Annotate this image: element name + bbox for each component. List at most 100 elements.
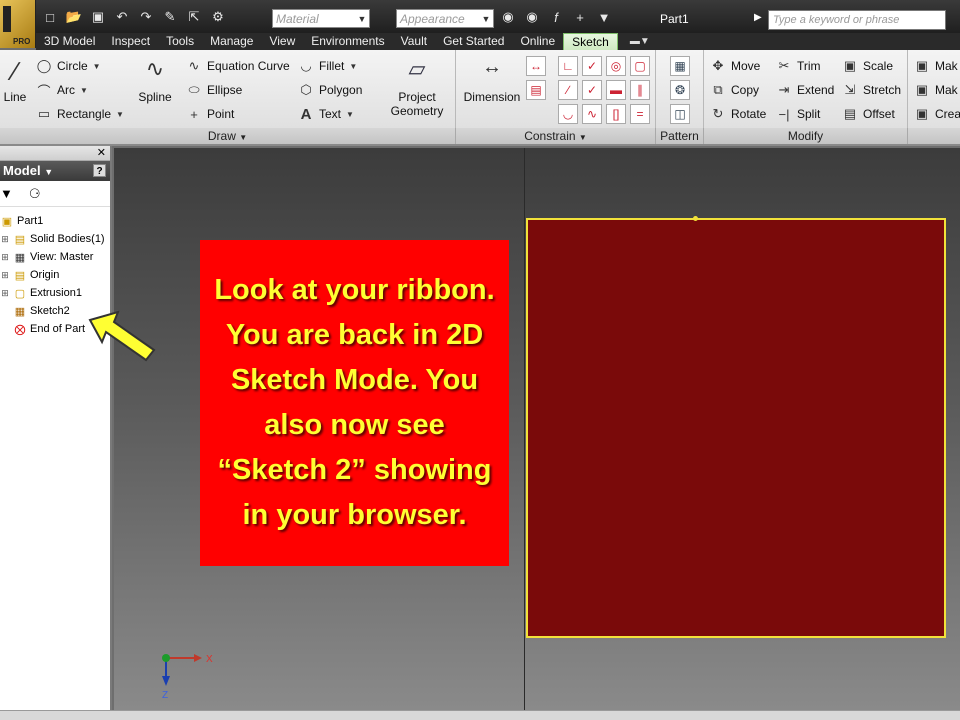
redo-icon[interactable]: ↷ xyxy=(136,8,156,26)
move-button[interactable]: ✥ Move xyxy=(710,58,761,74)
sketch-icon: ▦ xyxy=(14,305,26,318)
extend-label: Extend xyxy=(797,83,835,97)
tangent-icon[interactable]: ◡ xyxy=(558,104,578,124)
update-icon[interactable]: ✎ xyxy=(160,8,180,26)
equation-curve-button[interactable]: ∿ Equation Curve xyxy=(186,58,290,74)
help-icon[interactable]: ? xyxy=(93,164,106,177)
spline-button[interactable]: ∿ Spline xyxy=(134,56,176,104)
rectangle-button[interactable]: ▭ Rectangle ▼ xyxy=(36,106,124,122)
tab-3d-model[interactable]: 3D Model xyxy=(36,33,103,50)
expand-icon[interactable]: ⊞ xyxy=(0,288,10,299)
move-label: Move xyxy=(731,59,761,73)
expand-icon[interactable]: ⊞ xyxy=(0,252,10,263)
rotate-button[interactable]: ↻ Rotate xyxy=(710,106,767,122)
tree-item-extrusion1[interactable]: ⊞ ▢ Extrusion1 xyxy=(0,284,110,302)
constrain-panel-label[interactable]: Constrain ▼ xyxy=(456,128,656,144)
plus-icon[interactable]: + xyxy=(570,8,590,26)
polygon-button[interactable]: ⬡ Polygon xyxy=(298,82,362,98)
make-components-button[interactable]: ▣ Mak xyxy=(914,82,958,98)
make-part-button[interactable]: ▣ Mak xyxy=(914,58,958,74)
open-icon[interactable]: 📂 xyxy=(64,8,84,26)
tab-vault[interactable]: Vault xyxy=(393,33,435,50)
help-search-input[interactable]: Type a keyword or phrase xyxy=(768,10,946,30)
split-label: Split xyxy=(797,107,821,121)
horizontal-icon[interactable]: ▬ xyxy=(606,80,626,100)
close-icon[interactable]: ✕ xyxy=(97,146,106,159)
text-button[interactable]: A Text ▼ xyxy=(298,106,354,123)
show-constraints-icon[interactable]: ▤ xyxy=(526,80,546,100)
tab-inspect[interactable]: Inspect xyxy=(103,33,158,50)
extend-button[interactable]: ⇥ Extend xyxy=(776,82,835,98)
concentric-icon[interactable]: ◎ xyxy=(606,56,626,76)
appearance-combo[interactable]: Appearance ▼ xyxy=(396,9,494,28)
tree-item-view-master[interactable]: ⊞ ▦ View: Master xyxy=(0,248,110,266)
select-icon[interactable]: ⇱ xyxy=(184,8,204,26)
instruction-callout: Look at your ribbon. You are back in 2D … xyxy=(200,240,509,566)
quick-access-toolbar-2: ◉ ◉ f + ▼ xyxy=(498,8,614,26)
smooth-icon[interactable]: ∿ xyxy=(582,104,602,124)
stretch-button[interactable]: ⇲ Stretch xyxy=(842,82,901,98)
tab-tools[interactable]: Tools xyxy=(158,33,202,50)
appearance-icon[interactable]: ⚙ xyxy=(208,8,228,26)
project-geometry-button[interactable]: ▱ Project Geometry xyxy=(384,56,450,118)
rectangular-pattern-icon[interactable]: ▦ xyxy=(670,56,690,76)
mirror-icon[interactable]: ◫ xyxy=(670,104,690,124)
app-logo[interactable]: PRO xyxy=(0,0,36,48)
expand-icon[interactable]: ⊞ xyxy=(0,234,10,245)
tree-item-part1[interactable]: ▣ Part1 xyxy=(0,212,110,230)
tree-item-label: Solid Bodies(1) xyxy=(30,233,105,245)
copy-button[interactable]: ⧉ Copy xyxy=(710,82,759,98)
split-button[interactable]: −| Split xyxy=(776,106,821,122)
color-override-icon[interactable]: ◉ xyxy=(498,8,518,26)
ellipse-button[interactable]: ⬭ Ellipse xyxy=(186,82,242,98)
title-bar: PRO □ 📂 ▣ ↶ ↷ ✎ ⇱ ⚙ Material ▼ Appearanc… xyxy=(0,0,960,48)
filter-icon[interactable]: ▼ xyxy=(0,186,13,201)
parallel-icon[interactable]: ∕ xyxy=(558,80,578,100)
chevron-right-icon[interactable]: ▶ xyxy=(754,12,762,23)
auto-dimension-icon[interactable]: ↔ xyxy=(526,56,546,76)
ribbon-display-icon[interactable]: ▬▼ xyxy=(630,33,650,50)
sketch-point[interactable] xyxy=(693,216,698,221)
point-button[interactable]: + Point xyxy=(186,106,234,122)
rectangle-label: Rectangle xyxy=(57,107,112,121)
perpendicular-icon[interactable]: ✓ xyxy=(582,80,602,100)
dimension-button[interactable]: ↔ Dimension xyxy=(460,56,524,104)
tab-sketch[interactable]: Sketch xyxy=(563,33,618,50)
vertical-icon[interactable]: ∥ xyxy=(630,80,650,100)
fix-icon[interactable]: ▢ xyxy=(630,56,650,76)
chevron-down-icon: ▼ xyxy=(80,85,88,95)
circle-button[interactable]: ◯ Circle ▼ xyxy=(36,58,101,74)
customize-icon[interactable]: ▼ xyxy=(594,8,614,26)
tab-view[interactable]: View xyxy=(261,33,303,50)
sketch-face[interactable] xyxy=(526,218,946,638)
find-icon[interactable]: ⚆ xyxy=(29,186,41,202)
tab-online[interactable]: Online xyxy=(512,33,563,50)
expand-icon[interactable]: ⊞ xyxy=(0,270,10,281)
coincident-icon[interactable]: ∟ xyxy=(558,56,578,76)
circular-pattern-icon[interactable]: ❂ xyxy=(670,80,690,100)
function-icon[interactable]: f xyxy=(546,8,566,26)
scale-button[interactable]: ▣ Scale xyxy=(842,58,893,74)
arc-button[interactable]: ⌒ Arc ▼ xyxy=(36,82,88,99)
undo-icon[interactable]: ↶ xyxy=(112,8,132,26)
create-block-button[interactable]: ▣ Crea xyxy=(914,106,960,122)
trim-button[interactable]: ✂ Trim xyxy=(776,58,821,74)
chevron-down-icon: ▼ xyxy=(92,61,101,71)
tab-manage[interactable]: Manage xyxy=(202,33,261,50)
new-icon[interactable]: □ xyxy=(40,8,60,26)
fillet-button[interactable]: ◡ Fillet ▼ xyxy=(298,58,357,74)
clear-override-icon[interactable]: ◉ xyxy=(522,8,542,26)
tab-environments[interactable]: Environments xyxy=(303,33,392,50)
tree-item-solid-bodies[interactable]: ⊞ ▤ Solid Bodies(1) xyxy=(0,230,110,248)
equal-icon[interactable]: = xyxy=(630,104,650,124)
symmetric-icon[interactable]: [] xyxy=(606,104,626,124)
tab-get-started[interactable]: Get Started xyxy=(435,33,512,50)
tree-item-origin[interactable]: ⊞ ▤ Origin xyxy=(0,266,110,284)
save-icon[interactable]: ▣ xyxy=(88,8,108,26)
line-button[interactable]: ∕ Line xyxy=(0,56,30,104)
offset-button[interactable]: ▤ Offset xyxy=(842,106,895,122)
browser-title-bar[interactable]: Model ▼ ? xyxy=(0,161,110,181)
material-combo[interactable]: Material ▼ xyxy=(272,9,370,28)
draw-panel-label[interactable]: Draw ▼ xyxy=(0,128,456,144)
collinear-icon[interactable]: ✓ xyxy=(582,56,602,76)
